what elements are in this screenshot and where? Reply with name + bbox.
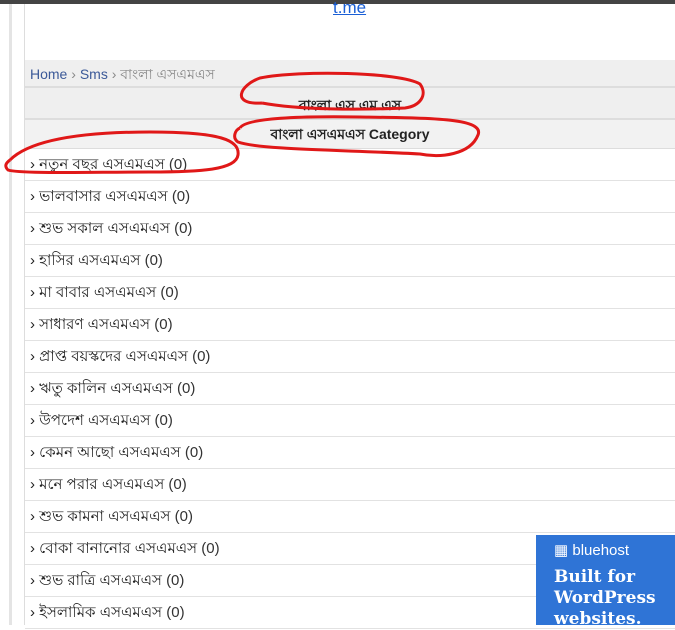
category-label[interactable]: বোকা বানানোর এসএমএস <box>39 540 197 557</box>
category-label[interactable]: মনে পরার এসএমএস <box>39 476 164 493</box>
category-label[interactable]: সাধারণ এসএমএস <box>39 316 150 333</box>
category-label[interactable]: শুভ সকাল এসএমএস <box>39 220 170 237</box>
category-item[interactable]: › উপদেশ এসএমএস (0) <box>25 405 675 437</box>
chevron-right-icon: › <box>30 284 35 301</box>
category-item[interactable]: › কেমন আছো এসএমএস (0) <box>25 437 675 469</box>
category-label[interactable]: কেমন আছো এসএমএস <box>39 444 181 461</box>
telegram-link[interactable]: t.me <box>333 0 366 18</box>
category-count: (0) <box>166 604 185 621</box>
category-label[interactable]: ঋতু কালিন এসএমএস <box>39 380 173 397</box>
category-label[interactable]: মা বাবার এসএমএস <box>39 284 156 301</box>
chevron-right-icon: › <box>30 572 35 589</box>
category-item[interactable]: › ভালবাসার এসএমএস (0) <box>25 181 675 213</box>
page-title: বাংলা এস.এম.এস <box>25 88 675 120</box>
category-count: (0) <box>184 444 204 461</box>
category-count: (0) <box>168 476 187 493</box>
category-count: (0) <box>192 348 211 365</box>
chevron-right-icon: › <box>30 508 35 525</box>
category-item[interactable]: › মা বাবার এসএমএস (0) <box>25 277 675 309</box>
chevron-right-icon: › <box>30 156 35 173</box>
category-item[interactable]: › সাধারণ এসএমএস (0) <box>25 309 675 341</box>
chevron-right-icon: › <box>30 540 35 557</box>
category-count: (0) <box>176 380 196 397</box>
ad-brand-name: bluehost <box>572 542 630 559</box>
bluehost-ad[interactable]: ▦ bluehost Built for WordPress websites. <box>536 535 675 629</box>
chevron-right-icon: › <box>30 380 35 397</box>
breadcrumb-home[interactable]: Home <box>30 66 67 82</box>
chevron-right-icon: › <box>30 188 35 205</box>
chevron-right-icon: › <box>30 348 35 365</box>
category-count: (0) <box>154 316 173 333</box>
chevron-right-icon: › <box>30 220 35 237</box>
category-label[interactable]: শুভ কামনা এসএমএস <box>39 508 170 525</box>
category-count: (0) <box>160 284 179 301</box>
category-item[interactable]: › শুভ কামনা এসএমএস (0) <box>25 501 675 533</box>
category-label[interactable]: ভালবাসার এসএমএস <box>39 188 167 205</box>
category-count: (0) <box>174 220 193 237</box>
ad-headline: Built for WordPress websites. <box>554 567 656 629</box>
category-count: (0) <box>154 412 173 429</box>
category-label[interactable]: উপদেশ এসএমএস <box>39 412 150 429</box>
chevron-right-icon: › <box>30 476 35 493</box>
category-item[interactable]: › নতুন বছর এসএমএস (0) <box>25 149 675 181</box>
category-item[interactable]: › মনে পরার এসএমএস (0) <box>25 469 675 501</box>
breadcrumb-sms[interactable]: Sms <box>80 66 108 82</box>
category-count: (0) <box>166 572 185 589</box>
category-label[interactable]: ইসলামিক এসএমএস <box>39 604 162 621</box>
category-item[interactable]: › হাসির এসএমএস (0) <box>25 245 675 277</box>
breadcrumb: Home › Sms › বাংলা এসএমএস <box>25 60 675 88</box>
grid-icon: ▦ <box>554 542 569 559</box>
chevron-right-icon: › <box>30 316 35 333</box>
ad-brand: ▦ bluehost <box>554 541 629 559</box>
breadcrumb-current: বাংলা এসএমএস <box>120 66 215 82</box>
divider <box>9 4 12 625</box>
category-label[interactable]: প্রাপ্ত বয়স্কদের এসএমএস <box>39 348 188 365</box>
category-count: (0) <box>171 188 191 205</box>
category-count: (0) <box>201 540 220 557</box>
left-gutter <box>0 4 25 625</box>
category-header: বাংলা এসএমএস Category <box>25 120 675 149</box>
chevron-right-icon: › <box>30 444 35 461</box>
category-item[interactable]: › প্রাপ্ত বয়স্কদের এসএমএস (0) <box>25 341 675 373</box>
category-item[interactable]: › ঋতু কালিন এসএমএস (0) <box>25 373 675 405</box>
chevron-right-icon: › <box>30 412 35 429</box>
chevron-right-icon: › <box>30 252 35 269</box>
category-label[interactable]: শুভ রাত্রি এসএমএস <box>39 572 162 589</box>
chevron-right-icon: › <box>30 604 35 621</box>
category-count: (0) <box>144 252 163 269</box>
breadcrumb-separator: › <box>111 66 117 82</box>
category-count: (0) <box>168 156 188 173</box>
category-label[interactable]: হাসির এসএমএস <box>39 252 140 269</box>
breadcrumb-separator: › <box>71 66 76 82</box>
category-label[interactable]: নতুন বছর এসএমএস <box>39 156 165 173</box>
category-count: (0) <box>174 508 193 525</box>
category-item[interactable]: › শুভ সকাল এসএমএস (0) <box>25 213 675 245</box>
